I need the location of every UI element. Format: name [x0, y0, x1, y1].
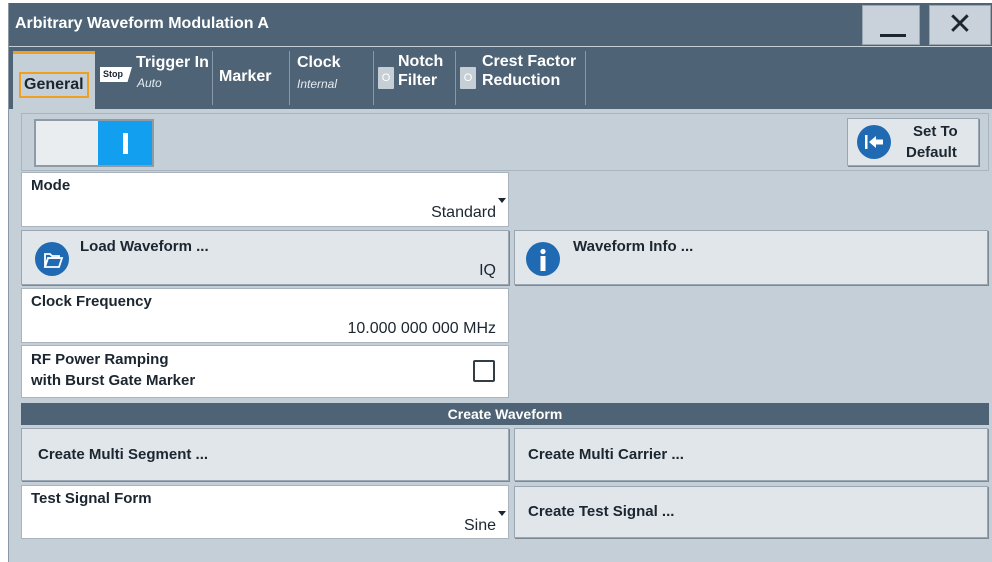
rf-power-ramping-line2: with Burst Gate Marker: [31, 372, 196, 389]
tab-trigger-in-label: Trigger In: [136, 54, 209, 71]
tab-clock[interactable]: Clock Internal: [290, 51, 374, 105]
create-multi-segment-label: Create Multi Segment ...: [38, 446, 209, 463]
led-off-icon: O: [460, 67, 476, 89]
tab-trigger-in-status: Auto: [137, 76, 162, 90]
folder-open-icon: [35, 242, 69, 276]
set-to-default-button[interactable]: Set To Default: [847, 118, 979, 166]
state-row: [21, 113, 989, 171]
waveform-info-button[interactable]: Waveform Info ...: [514, 230, 988, 285]
tab-notch-filter-line2: Filter: [398, 72, 438, 89]
title-bar: Arbitrary Waveform Modulation A ✕: [9, 3, 992, 46]
test-signal-form-value: Sine: [463, 517, 496, 534]
clock-frequency-label: Clock Frequency: [31, 293, 152, 310]
tab-crest-factor-reduction[interactable]: O Crest Factor Reduction: [456, 51, 586, 105]
tab-strip: General Stop Trigger In Auto Marker Cloc…: [9, 47, 992, 109]
minimize-button[interactable]: [862, 5, 920, 45]
mode-value: Standard: [431, 204, 496, 221]
close-button[interactable]: ✕: [929, 5, 991, 45]
led-off-icon: O: [378, 67, 394, 89]
create-waveform-header: Create Waveform: [21, 403, 989, 425]
tab-crest-factor-line1: Crest Factor: [482, 53, 577, 70]
state-toggle[interactable]: [34, 119, 154, 167]
test-signal-form-dropdown[interactable]: Test Signal Form Sine: [21, 485, 509, 539]
tab-clock-label: Clock: [297, 54, 341, 71]
mode-dropdown[interactable]: Mode Standard: [21, 172, 509, 227]
reset-arrow-icon: [857, 125, 891, 159]
close-icon: ✕: [947, 7, 973, 42]
tab-notch-filter[interactable]: O Notch Filter: [374, 51, 456, 105]
rf-power-ramping-checkbox[interactable]: [473, 360, 495, 382]
load-waveform-value: IQ: [479, 262, 496, 279]
stop-icon: Stop: [100, 67, 132, 82]
tab-general[interactable]: General: [13, 51, 95, 109]
tab-marker[interactable]: Marker: [213, 51, 290, 105]
rf-power-ramping-line1: RF Power Ramping: [31, 351, 169, 368]
test-signal-form-label: Test Signal Form: [31, 490, 152, 507]
load-waveform-button[interactable]: Load Waveform ... IQ: [21, 230, 509, 285]
dropdown-caret-icon: [498, 511, 506, 516]
set-to-default-line2: Default: [906, 144, 957, 161]
tab-general-label: General: [19, 72, 89, 98]
minimize-icon: [880, 34, 906, 37]
create-multi-segment-button[interactable]: Create Multi Segment ...: [21, 428, 509, 481]
window-title: Arbitrary Waveform Modulation A: [15, 15, 269, 32]
clock-frequency-field[interactable]: Clock Frequency 10.000 000 000 MHz: [21, 288, 509, 343]
tab-notch-filter-line1: Notch: [398, 53, 444, 70]
load-waveform-label: Load Waveform ...: [80, 238, 209, 255]
toggle-on-area: [98, 121, 152, 165]
toggle-off-area: [36, 121, 98, 165]
create-test-signal-button[interactable]: Create Test Signal ...: [514, 486, 988, 538]
tab-trigger-in[interactable]: Stop Trigger In Auto: [96, 51, 213, 105]
clock-frequency-value: 10.000 000 000 MHz: [347, 320, 496, 337]
info-icon: [526, 242, 560, 276]
create-multi-carrier-label: Create Multi Carrier ...: [528, 446, 684, 463]
tab-crest-factor-line2: Reduction: [482, 72, 561, 89]
rf-power-ramping-row: RF Power Ramping with Burst Gate Marker: [21, 345, 509, 398]
awm-window: Arbitrary Waveform Modulation A ✕ Genera…: [8, 3, 992, 562]
tab-clock-status: Internal: [297, 77, 338, 91]
tab-marker-label: Marker: [219, 68, 272, 85]
mode-label: Mode: [31, 177, 71, 194]
dropdown-caret-icon: [498, 198, 506, 203]
waveform-info-label: Waveform Info ...: [573, 238, 694, 255]
create-multi-carrier-button[interactable]: Create Multi Carrier ...: [514, 428, 988, 481]
set-to-default-line1: Set To: [913, 123, 958, 140]
power-on-icon: [123, 133, 128, 154]
create-test-signal-label: Create Test Signal ...: [528, 503, 675, 520]
